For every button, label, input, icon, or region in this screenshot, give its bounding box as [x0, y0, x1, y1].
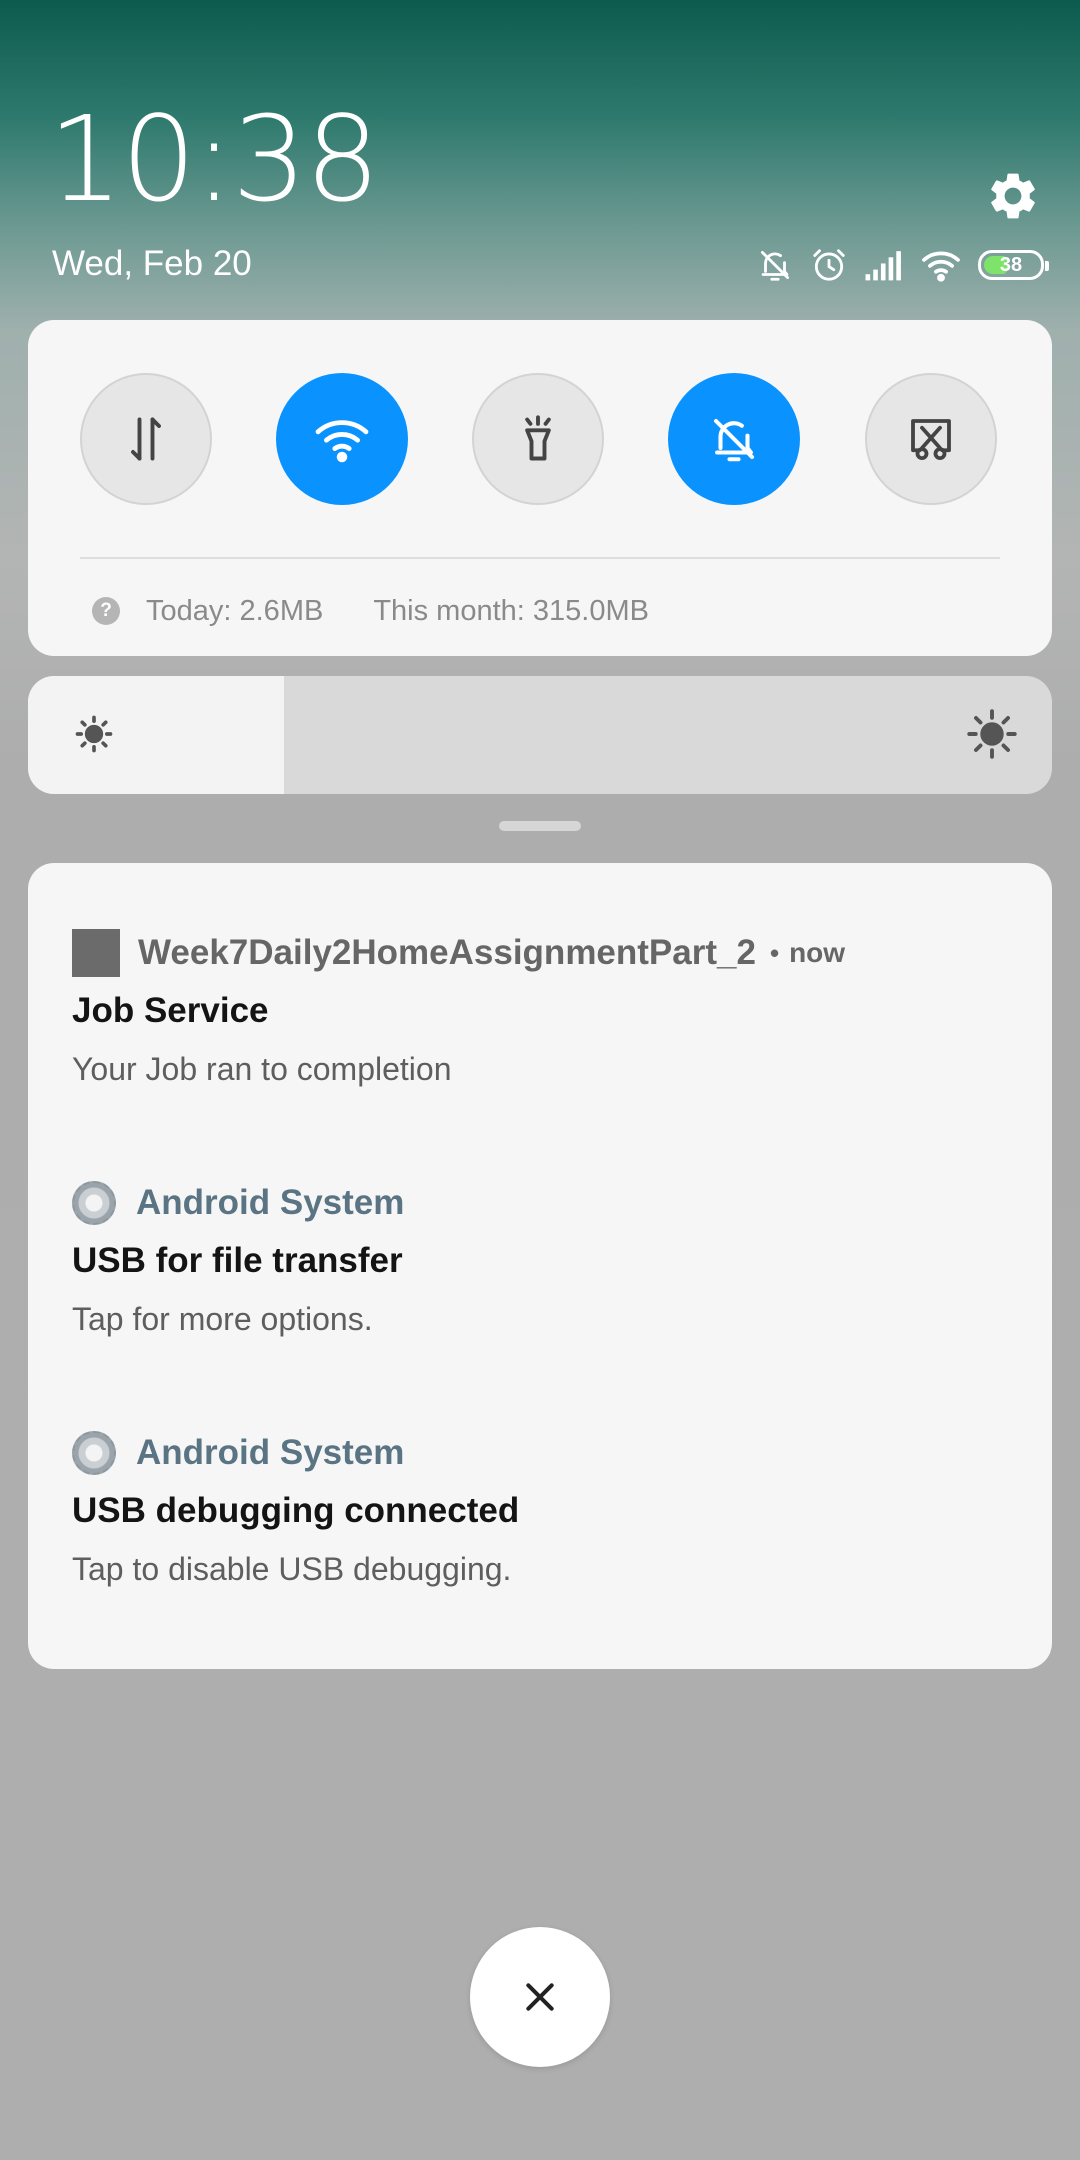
mobile-data-toggle[interactable]: [80, 373, 212, 505]
notification-title: Job Service: [72, 991, 269, 1030]
notification-usb-debugging[interactable]: Android System USB debugging connected T…: [72, 1425, 1008, 1588]
help-icon: ?: [92, 597, 120, 625]
notification-app-name: Android System: [136, 1433, 405, 1472]
quick-settings-panel: ? Today: 2.6MB This month: 315.0MB: [28, 320, 1052, 656]
flashlight-icon: [525, 415, 551, 461]
drag-handle[interactable]: [499, 821, 581, 831]
clock-time[interactable]: 10:38: [48, 100, 380, 218]
clear-all-button[interactable]: [470, 1927, 610, 2067]
notification-app-name: Week7Daily2HomeAssignmentPart_2: [138, 933, 756, 972]
usage-today: Today: 2.6MB: [146, 594, 324, 627]
notification-time: now: [789, 937, 846, 968]
bell-off-icon: [713, 418, 755, 462]
brightness-high-icon: [967, 709, 1017, 759]
divider: [80, 557, 1000, 559]
silent-icon: [756, 246, 794, 284]
date-label[interactable]: Wed, Feb 20: [52, 244, 252, 284]
wifi-toggle[interactable]: [276, 373, 408, 505]
notification-job-service[interactable]: Week7Daily2HomeAssignmentPart_2 • now Jo…: [72, 925, 1008, 1088]
wifi-icon: [920, 248, 962, 282]
data-transfer-icon: [131, 417, 161, 461]
flashlight-toggle[interactable]: [472, 373, 604, 505]
usage-month: This month: 315.0MB: [373, 594, 649, 627]
notification-text: Tap for more options.: [72, 1301, 373, 1337]
notifications-panel: Week7Daily2HomeAssignmentPart_2 • now Jo…: [28, 863, 1052, 1669]
notification-title: USB for file transfer: [72, 1241, 403, 1280]
silent-toggle[interactable]: [668, 373, 800, 505]
notification-text: Tap to disable USB debugging.: [72, 1551, 512, 1587]
battery-icon: 38: [978, 250, 1049, 280]
status-bar-icons: 38: [756, 245, 1049, 285]
app-icon: [72, 929, 120, 977]
android-system-icon: [72, 1431, 116, 1475]
brightness-slider[interactable]: [28, 676, 1052, 794]
signal-icon: [864, 248, 904, 282]
screenshot-toggle[interactable]: [865, 373, 997, 505]
wifi-icon: [315, 420, 369, 463]
android-system-icon: [72, 1181, 116, 1225]
data-usage[interactable]: ? Today: 2.6MB This month: 315.0MB: [92, 586, 649, 636]
time-separator: •: [769, 937, 780, 968]
notification-text: Your Job ran to completion: [72, 1051, 452, 1087]
battery-level: 38: [999, 253, 1023, 276]
scissors-icon: [911, 419, 951, 461]
alarm-icon: [810, 246, 848, 284]
notification-app-name: Android System: [136, 1183, 405, 1222]
close-icon: [526, 1983, 554, 2011]
notification-usb-transfer[interactable]: Android System USB for file transfer Tap…: [72, 1175, 1008, 1338]
settings-button[interactable]: [985, 168, 1041, 224]
brightness-fill: [28, 676, 284, 794]
notification-title: USB debugging connected: [72, 1491, 520, 1530]
brightness-low-icon: [75, 715, 113, 753]
gear-icon: [991, 173, 1035, 219]
